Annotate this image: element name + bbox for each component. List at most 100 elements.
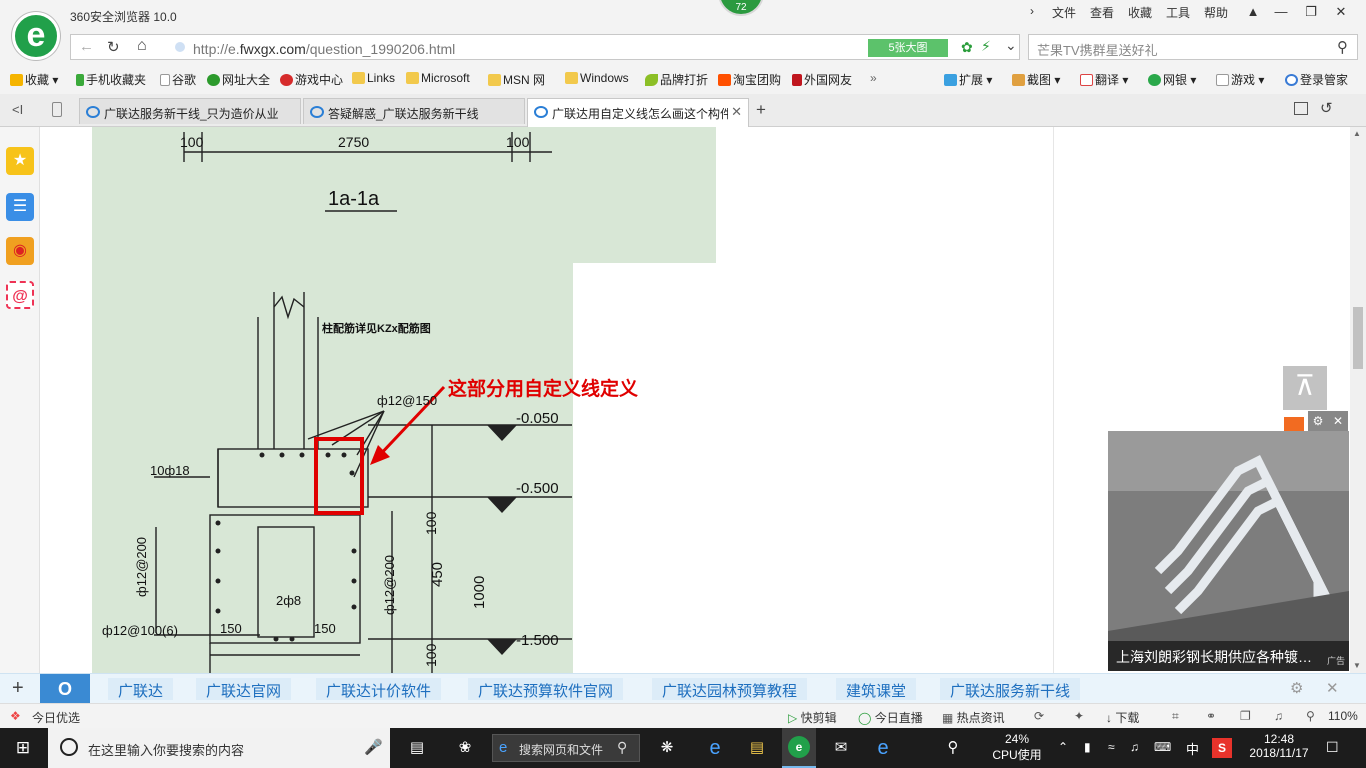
bookmark-games[interactable]: 游戏中心 [280,71,343,88]
hot-news[interactable]: ▦ 热点资讯 [942,709,1005,726]
quick-link[interactable]: 广联达官网 [196,678,292,700]
downloads[interactable]: ↓ 下载 [1106,709,1139,726]
chevron-down-icon[interactable]: ⌄ [1005,37,1017,54]
close-icon[interactable]: ✕ [1326,679,1339,697]
refresh-icon[interactable]: ↻ [107,38,120,56]
scroll-up-icon[interactable]: ▲ [1353,129,1361,138]
tool-games[interactable]: 游戏 ▾ [1216,71,1264,88]
scrollbar-thumb[interactable] [1353,307,1363,369]
weibo-icon[interactable]: ◉ [6,237,34,265]
score-badge[interactable]: 72 [718,0,764,16]
search-box[interactable]: 芒果TV携群星送好礼 ⚲ [1028,34,1358,60]
news-icon[interactable]: ☰ [6,193,34,221]
restore-icon[interactable]: ❐ [1298,2,1324,22]
bookmark-microsoft[interactable]: Microsoft [406,71,470,85]
close-tab-icon[interactable]: ✕ [728,104,742,120]
close-icon[interactable]: ✕ [1328,2,1354,22]
bookmark-brand-sale[interactable]: 品牌打折 [645,71,708,88]
add-icon[interactable]: + [12,677,24,700]
bookmark-windows[interactable]: Windows [565,71,629,85]
shirt-icon[interactable]: ▲ [1240,2,1266,22]
site-info-icon[interactable] [175,42,185,52]
task-view-icon[interactable]: ▤ [404,736,430,760]
back-icon[interactable]: ← [79,38,94,55]
search-icon[interactable]: ⚲ [1337,38,1348,56]
speed-icon[interactable]: ⟳ [1034,709,1044,723]
lightning-icon[interactable]: ⚡ [981,38,991,55]
undo-close-icon[interactable]: ↺ [1320,99,1333,117]
tool-translate[interactable]: 翻译 ▾ [1080,71,1128,88]
back-to-top-button[interactable]: ⊼ [1283,366,1327,410]
wifi-icon[interactable]: ≈ [1108,740,1115,754]
bookmark-links[interactable]: Links [352,71,395,85]
tray-expand-icon[interactable]: ⌃ [1058,740,1068,754]
ad-image[interactable]: 上海刘朗彩钢长期供应各种镀… 广告 [1108,431,1349,671]
quick-clip[interactable]: ▷ 快剪辑 [788,709,837,726]
tab-1[interactable]: 广联达服务新干线_只为造价从业 [79,98,301,124]
big-pic-button[interactable]: 5张大图 [868,39,948,57]
browser-360-taskbar[interactable]: e [782,728,816,768]
tool-extensions[interactable]: 扩展 ▾ [944,71,992,88]
browser-icon[interactable]: ⚭ [1206,709,1216,723]
tab-3-active[interactable]: 广联达用自定义线怎么画这个构件 ✕ [527,98,749,127]
today-picks[interactable]: 今日优选 [32,709,80,726]
today-live[interactable]: ◯ 今日直播 [858,709,923,726]
search-icon[interactable]: ⚲ [617,739,627,756]
zoom-level[interactable]: 110% [1328,709,1358,723]
ad-caption[interactable]: 上海刘朗彩钢长期供应各种镀… [1108,641,1349,671]
menu-view[interactable]: 查看 [1090,4,1114,21]
taskbar-search[interactable]: 在这里输入你要搜索的内容 🎤 [48,728,390,768]
bookmark-nav[interactable]: 网址大全 [207,71,270,88]
window-icon[interactable]: ❐ [1240,709,1251,723]
menu-favorites[interactable]: 收藏 [1128,4,1152,21]
tab-list-icon[interactable] [1294,102,1308,115]
minimize-icon[interactable]: — [1268,2,1294,22]
zoom-icon[interactable]: ⚲ [1306,709,1315,723]
settings-icon[interactable]: ⚙ [1308,411,1328,431]
bookmark-google[interactable]: 谷歌 [160,71,196,88]
microphone-icon[interactable]: 🎤 [364,738,383,756]
menu-help[interactable]: 帮助 [1204,4,1228,21]
quick-link[interactable]: 建筑课堂 [836,678,917,700]
tool-bank[interactable]: 网银 ▾ [1148,71,1196,88]
tool-login[interactable]: 登录管家 [1285,71,1348,88]
clock[interactable]: 12:48 2018/11/17 [1242,732,1316,760]
quick-link[interactable]: 广联达园林预算教程 [652,678,808,700]
more-bookmarks-icon[interactable]: » [870,71,877,85]
collapse-sidebar-icon[interactable]: <I [12,102,23,117]
browser-logo[interactable]: e [12,12,60,60]
menu-tools[interactable]: 工具 [1166,4,1190,21]
keyboard-icon[interactable]: ⌨ [1154,740,1171,754]
bookmark-foreign[interactable]: 外国网友 [792,71,852,88]
mail-icon[interactable]: @ [6,281,34,309]
new-tab-icon[interactable]: + [756,100,766,120]
volume-icon[interactable]: ♫ [1274,709,1283,723]
pin-icon[interactable]: ✦ [1074,709,1084,723]
crop-icon[interactable]: ⌗ [1172,709,1179,724]
menu-file[interactable]: 文件 [1052,4,1076,21]
chevron-right-icon[interactable]: › [1030,4,1034,18]
swirl-app-icon[interactable]: ❋ [654,736,680,760]
quick-link[interactable]: 广联达服务新干线 [940,678,1081,700]
scroll-down-icon[interactable]: ▼ [1353,661,1361,670]
quick-link[interactable]: 广联达 [108,678,174,700]
bookmark-msn[interactable]: MSN 网 [488,71,545,88]
sogou-icon[interactable]: S [1212,738,1232,758]
settings-icon[interactable]: ⚙ [1290,679,1303,697]
cpu-monitor[interactable]: 24% CPU使用 [992,732,1042,763]
bookmark-taobao[interactable]: 淘宝团购 [718,71,781,88]
tool-screenshot[interactable]: 截图 ▾ [1012,71,1060,88]
web-search-box[interactable]: e 搜索网页和文件 ⚲ [492,734,640,762]
people-icon[interactable]: ⚲ [940,736,966,760]
url-field[interactable]: http://e.fwxgx.com/question_1990206.html [193,41,455,57]
quick-link[interactable]: 广联达预算软件官网 [468,678,624,700]
favorites-star-icon[interactable]: ★ [6,147,34,175]
windows-start-icon[interactable]: ⊞ [10,736,36,760]
tab-2[interactable]: 答疑解惑_广联达服务新干线 [303,98,525,124]
notification-icon[interactable]: ☐ [1326,739,1339,756]
speed-icon[interactable]: ✿ [961,39,973,56]
so-search-icon[interactable]: O [40,674,90,704]
edge-icon[interactable]: e [870,736,896,760]
mail-icon[interactable]: ✉ [828,736,854,760]
close-ad-icon[interactable]: ✕ [1328,411,1348,431]
